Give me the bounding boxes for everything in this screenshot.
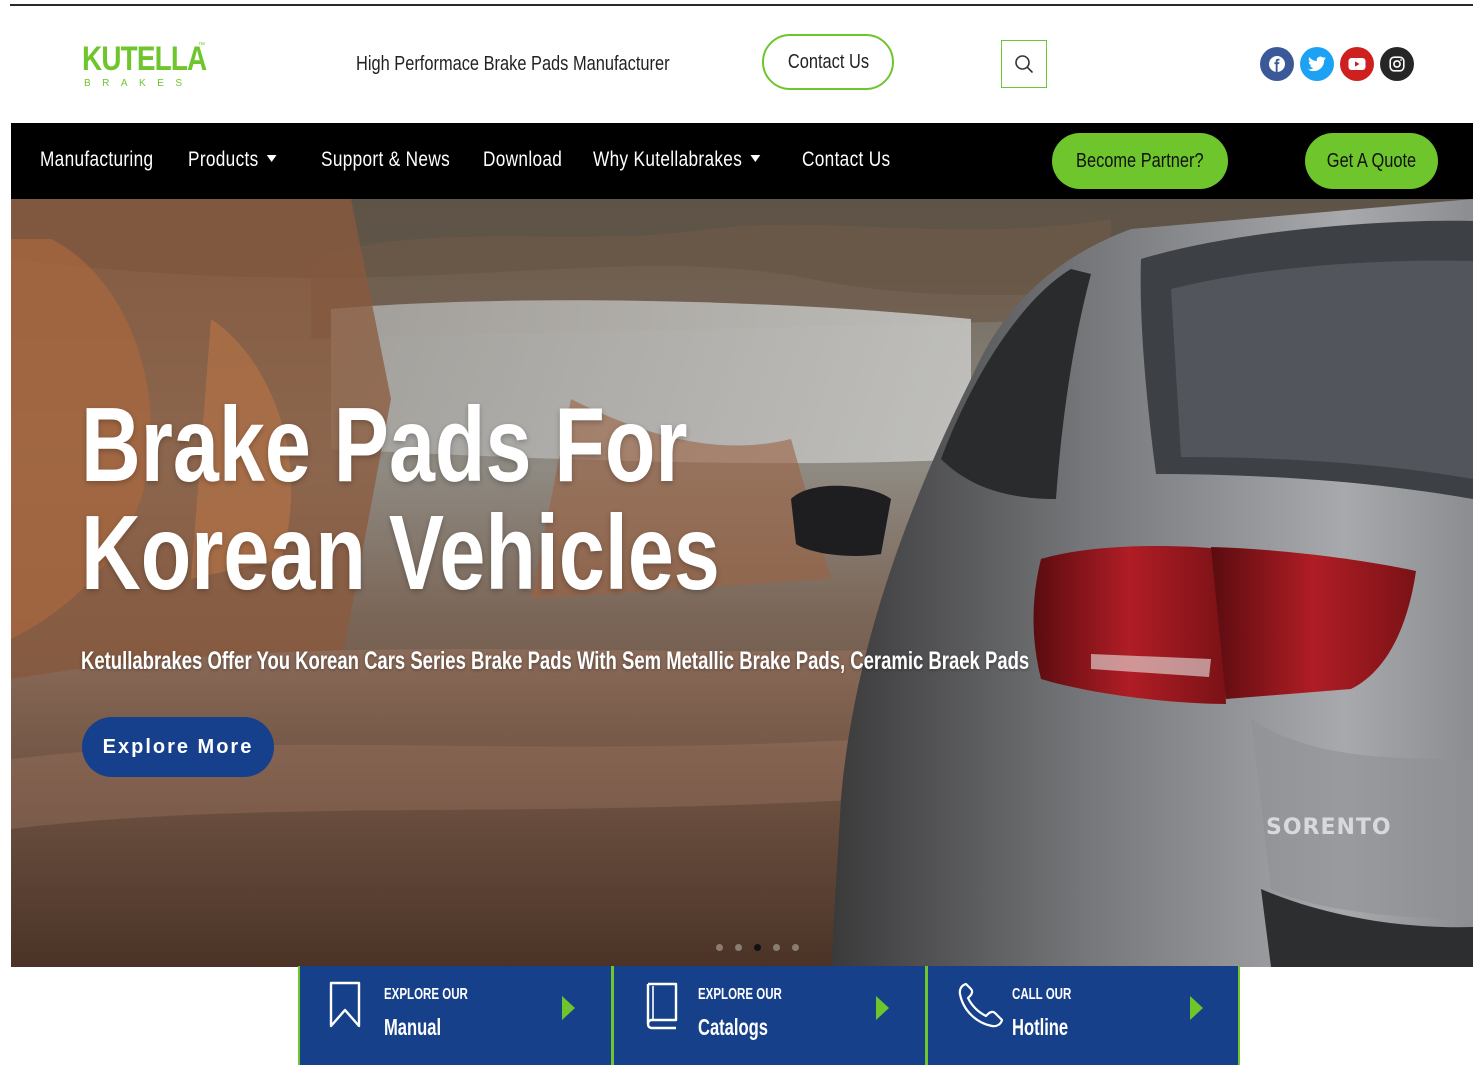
nav-label: Why Kutellabrakes xyxy=(593,148,743,171)
card-manual[interactable]: EXPLORE OUR Manual xyxy=(298,966,612,1065)
nav-item-products[interactable]: Products xyxy=(188,148,277,172)
header-contact-label: Contact Us xyxy=(787,50,869,73)
explore-more-label: Explore More xyxy=(102,735,254,758)
logo-wordmark: KUTELLA xyxy=(82,40,207,78)
card-hotline[interactable]: CALL OUR Hotline xyxy=(926,966,1240,1065)
slider-dot[interactable] xyxy=(735,944,742,951)
nav-item-download[interactable]: Download xyxy=(483,148,562,172)
nav-label: Support & News xyxy=(321,148,451,171)
nav-item-manufacturing[interactable]: Manufacturing xyxy=(40,148,153,172)
card-title: Manual xyxy=(384,1014,442,1040)
explore-more-button[interactable]: Explore More xyxy=(82,717,274,777)
card-small-label: CALL OUR xyxy=(1012,986,1072,1003)
caret-down-icon xyxy=(266,154,277,162)
youtube-icon[interactable] xyxy=(1340,47,1374,81)
kutella-logo[interactable]: KUTELLA ™ BRAKES xyxy=(82,42,222,92)
get-quote-button[interactable]: Get A Quote xyxy=(1305,133,1438,189)
nav-item-support-news[interactable]: Support & News xyxy=(321,148,450,172)
logo-trademark: ™ xyxy=(198,42,205,49)
hero-title: Brake Pads For Korean Vehicles xyxy=(81,386,720,612)
nav-label: Download xyxy=(483,148,563,171)
bookmark-icon xyxy=(329,981,361,1028)
slider-dots xyxy=(716,944,799,951)
logo-subtext: BRAKES xyxy=(84,78,194,89)
quick-links: EXPLORE OUR Manual EXPLORE OUR Catalogs … xyxy=(298,966,1242,1065)
social-links xyxy=(1260,47,1414,81)
instagram-icon[interactable] xyxy=(1380,47,1414,81)
main-nav: Manufacturing Products Support & News Do… xyxy=(11,123,1473,199)
card-title: Catalogs xyxy=(698,1014,768,1040)
book-icon xyxy=(646,982,678,1030)
hero-slider: SORENTO Brake Pads For Korean Vehicles K… xyxy=(11,199,1473,967)
slider-dot[interactable] xyxy=(716,944,723,951)
arrow-right-icon xyxy=(1190,996,1203,1020)
card-small-label: EXPLORE OUR xyxy=(698,986,782,1003)
search-icon xyxy=(1015,55,1033,73)
nav-item-why-kutellabrakes[interactable]: Why Kutellabrakes xyxy=(593,148,761,172)
arrow-right-icon xyxy=(562,996,575,1020)
slider-dot[interactable] xyxy=(773,944,780,951)
caret-down-icon xyxy=(750,154,761,162)
arrow-right-icon xyxy=(876,996,889,1020)
search-button[interactable] xyxy=(1001,40,1047,88)
hero-subtitle: Ketullabrakes Offer You Korean Cars Seri… xyxy=(81,647,1030,675)
slider-dot[interactable] xyxy=(792,944,799,951)
header-contact-button[interactable]: Contact Us xyxy=(762,34,894,90)
become-partner-button[interactable]: Become Partner? xyxy=(1052,133,1228,189)
nav-label: Contact Us xyxy=(802,148,891,171)
twitter-icon[interactable] xyxy=(1300,47,1334,81)
slider-dot-active[interactable] xyxy=(754,944,761,951)
site-tagline: High Performace Brake Pads Manufacturer xyxy=(356,53,670,75)
nav-label: Products xyxy=(188,148,259,171)
nav-item-contact-us[interactable]: Contact Us xyxy=(802,148,890,172)
card-small-label: EXPLORE OUR xyxy=(384,986,468,1003)
phone-icon xyxy=(958,982,1004,1028)
become-partner-label: Become Partner? xyxy=(1076,149,1204,172)
car-badge: SORENTO xyxy=(1266,815,1392,840)
card-catalogs[interactable]: EXPLORE OUR Catalogs xyxy=(612,966,926,1065)
card-title: Hotline xyxy=(1012,1014,1069,1040)
site-header: KUTELLA ™ BRAKES High Performace Brake P… xyxy=(0,6,1473,122)
get-quote-label: Get A Quote xyxy=(1326,149,1417,172)
facebook-icon[interactable] xyxy=(1260,47,1294,81)
nav-label: Manufacturing xyxy=(40,148,154,171)
